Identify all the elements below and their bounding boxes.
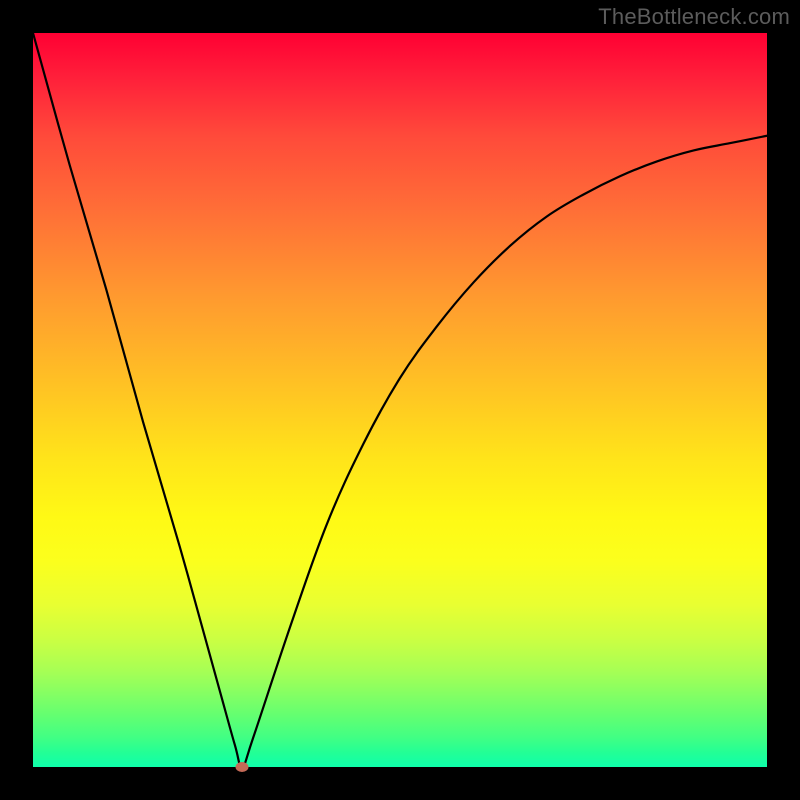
watermark-text: TheBottleneck.com <box>598 4 790 30</box>
optimal-point-marker <box>236 762 249 772</box>
chart-frame: TheBottleneck.com <box>0 0 800 800</box>
bottleneck-curve <box>33 33 767 767</box>
